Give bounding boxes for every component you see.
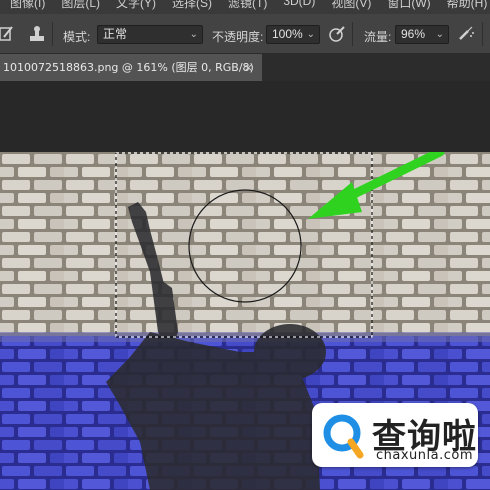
separator bbox=[352, 22, 353, 46]
menu-bar: 图像(I) 图层(L) 文字(Y) 选择(S) 滤镜(T) 3D(D) 视图(V) 窗口(W)… bbox=[0, 0, 490, 14]
menu-item[interactable]: 滤镜(T) bbox=[228, 0, 267, 11]
brush-preset-icon[interactable] bbox=[0, 25, 18, 43]
menu-item[interactable]: 3D(D) bbox=[283, 0, 315, 11]
document-tab[interactable]: 1010072518863.png @ 161% (图层 0, RGB/8) × bbox=[0, 54, 262, 81]
menu-items: 图像(I) 图层(L) 文字(Y) 选择(S) 滤镜(T) 3D(D) 视图(V) 窗口(W)… bbox=[0, 0, 490, 11]
opacity-field[interactable]: 100% ⌄ bbox=[266, 25, 320, 44]
opacity-label: 不透明度: bbox=[212, 30, 264, 44]
chevron-down-icon: ⌄ bbox=[189, 29, 198, 40]
mode-value: 正常 bbox=[103, 27, 128, 41]
opacity-value: 100% bbox=[272, 27, 303, 41]
airbrush-icon[interactable] bbox=[458, 25, 476, 43]
menu-item[interactable]: 图层(L) bbox=[61, 0, 100, 11]
mode-select[interactable]: 正常 ⌄ bbox=[97, 25, 203, 44]
menu-item[interactable]: 窗口(W) bbox=[387, 0, 430, 11]
brick-wall bbox=[0, 152, 490, 340]
document-tab-bar: 1010072518863.png @ 161% (图层 0, RGB/8) × bbox=[0, 54, 490, 81]
close-icon[interactable]: × bbox=[244, 54, 253, 81]
flow-label: 流量: bbox=[364, 30, 392, 44]
watermark-logo-icon bbox=[323, 414, 364, 459]
watermark-badge: 查询啦 chaxunla.com bbox=[312, 403, 478, 467]
menu-item[interactable]: 图像(I) bbox=[10, 0, 45, 11]
chevron-down-icon: ⌄ bbox=[306, 29, 315, 40]
separator bbox=[482, 22, 483, 46]
flow-field[interactable]: 96% ⌄ bbox=[395, 25, 449, 44]
options-bar: 模式: 正常 ⌄ 不透明度: 100% ⌄ 流量: 96% ⌄ bbox=[0, 14, 490, 54]
clone-source-icon[interactable] bbox=[28, 25, 46, 43]
menu-item[interactable]: 视图(V) bbox=[331, 0, 371, 11]
menu-item[interactable]: 选择(S) bbox=[172, 0, 212, 11]
menu-item[interactable]: 帮助(H) bbox=[447, 0, 488, 11]
menu-item[interactable]: 文字(Y) bbox=[116, 0, 156, 11]
pressure-opacity-icon[interactable] bbox=[328, 25, 346, 43]
separator bbox=[52, 22, 53, 46]
mode-label: 模式: bbox=[63, 30, 91, 44]
flow-value: 96% bbox=[401, 27, 426, 41]
chevron-down-icon: ⌄ bbox=[435, 29, 444, 40]
watermark-domain: chaxunla.com bbox=[376, 448, 473, 463]
document-tab-title: 1010072518863.png @ 161% (图层 0, RGB/8) bbox=[3, 61, 254, 74]
